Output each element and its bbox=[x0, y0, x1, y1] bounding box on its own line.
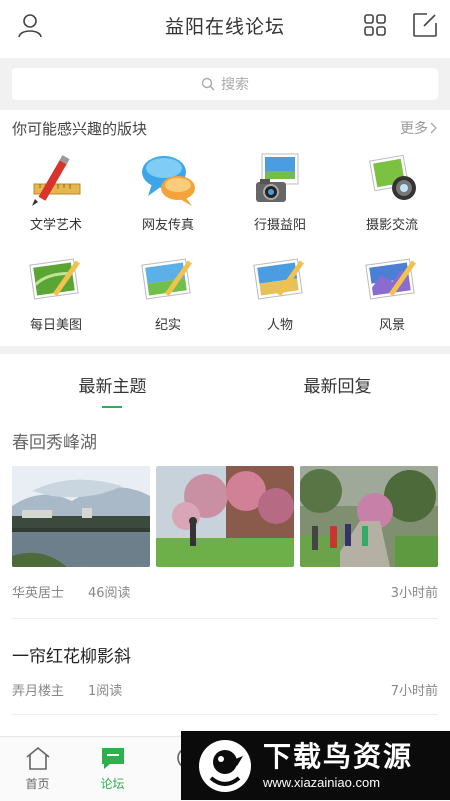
search-area: 搜索 bbox=[0, 58, 450, 110]
watermark-url: www.xiazainiao.com bbox=[263, 774, 381, 790]
post-photo-blossoms[interactable] bbox=[156, 466, 294, 567]
post-title[interactable]: 春回秀峰湖 bbox=[12, 428, 97, 453]
bird-logo-icon bbox=[199, 739, 251, 792]
post-read-count: 1阅读 bbox=[88, 684, 123, 699]
board-item-literature[interactable]: 文学艺术 bbox=[0, 148, 112, 246]
board-label: 文学艺术 bbox=[29, 218, 82, 233]
search-icon bbox=[201, 77, 215, 91]
tab-label: 论坛 bbox=[100, 777, 125, 791]
home-icon bbox=[25, 746, 50, 770]
tab-latest-replies[interactable]: 最新回复 bbox=[225, 356, 450, 412]
search-placeholder: 搜索 bbox=[221, 77, 249, 93]
board-item-photo-exchange[interactable]: 摄影交流 bbox=[336, 148, 448, 246]
post-author[interactable]: 华英居士 bbox=[12, 582, 64, 601]
tab-forum[interactable]: 论坛 bbox=[75, 737, 150, 801]
post-read-count: 46阅读 bbox=[88, 586, 131, 601]
camera-photo-icon bbox=[256, 153, 299, 202]
chat-icon bbox=[101, 748, 124, 769]
board-item-yiyang-photo[interactable]: 行摄益阳 bbox=[224, 148, 336, 246]
post-photo-lake[interactable] bbox=[12, 466, 150, 567]
row-divider bbox=[12, 714, 438, 715]
search-input[interactable]: 搜索 bbox=[12, 68, 438, 100]
picture-pencil-icon bbox=[253, 258, 304, 300]
tab-latest-topics[interactable]: 最新主题 bbox=[0, 356, 225, 412]
board-item-netizen[interactable]: 网友传真 bbox=[112, 148, 224, 246]
board-item-daily-photo[interactable]: 每日美图 bbox=[0, 248, 112, 346]
post-time: 7小时前 bbox=[390, 684, 438, 699]
post-title[interactable]: 一帘红花柳影斜 bbox=[12, 642, 131, 667]
grid-icon[interactable] bbox=[360, 10, 390, 40]
picture-pencil-icon bbox=[141, 258, 192, 300]
active-tab-indicator bbox=[102, 406, 122, 408]
chevron-right-icon bbox=[430, 122, 437, 134]
watermark-banner: 下载鸟资源 www.xiazainiao.com bbox=[181, 731, 450, 800]
tab-label: 首页 bbox=[25, 777, 50, 791]
watermark-title: 下载鸟资源 bbox=[263, 739, 414, 773]
section-divider bbox=[0, 346, 450, 354]
more-link[interactable]: 更多 bbox=[400, 118, 438, 138]
tab-home[interactable]: 首页 bbox=[0, 737, 75, 801]
board-item-documentary[interactable]: 纪实 bbox=[112, 248, 224, 346]
compose-icon[interactable] bbox=[410, 10, 440, 40]
more-label: 更多 bbox=[400, 121, 428, 137]
board-grid: 文学艺术 网友传真 行摄益阳 摄影交流 每日美图 纪实 人物 风景 bbox=[0, 148, 450, 344]
board-label: 摄影交流 bbox=[365, 218, 418, 233]
post-time: 3小时前 bbox=[390, 586, 438, 601]
post-photo-path[interactable] bbox=[300, 466, 438, 567]
board-item-scenery[interactable]: 风景 bbox=[336, 248, 448, 346]
pencil-ruler-icon bbox=[32, 155, 81, 206]
board-label: 人物 bbox=[266, 318, 293, 333]
board-label: 行摄益阳 bbox=[253, 218, 306, 233]
topic-tabs: 最新主题 最新回复 bbox=[0, 356, 450, 412]
boards-header: 你可能感兴趣的版块 更多 bbox=[0, 112, 450, 144]
board-label: 网友传真 bbox=[141, 218, 194, 233]
user-icon[interactable] bbox=[15, 10, 45, 40]
top-bar: 益阳在线论坛 bbox=[0, 0, 450, 50]
board-item-people[interactable]: 人物 bbox=[224, 248, 336, 346]
post-author[interactable]: 弄月楼主 bbox=[12, 680, 64, 699]
lens-photo-icon bbox=[369, 154, 416, 200]
section-title: 你可能感兴趣的版块 bbox=[12, 119, 148, 138]
picture-pencil-icon bbox=[29, 258, 80, 300]
chat-bubbles-icon bbox=[142, 156, 195, 206]
row-divider bbox=[12, 618, 438, 619]
board-label: 每日美图 bbox=[29, 318, 82, 333]
picture-pencil-icon bbox=[365, 258, 416, 300]
board-label: 纪实 bbox=[154, 318, 181, 333]
page-title: 益阳在线论坛 bbox=[164, 15, 285, 38]
board-label: 风景 bbox=[378, 318, 405, 333]
